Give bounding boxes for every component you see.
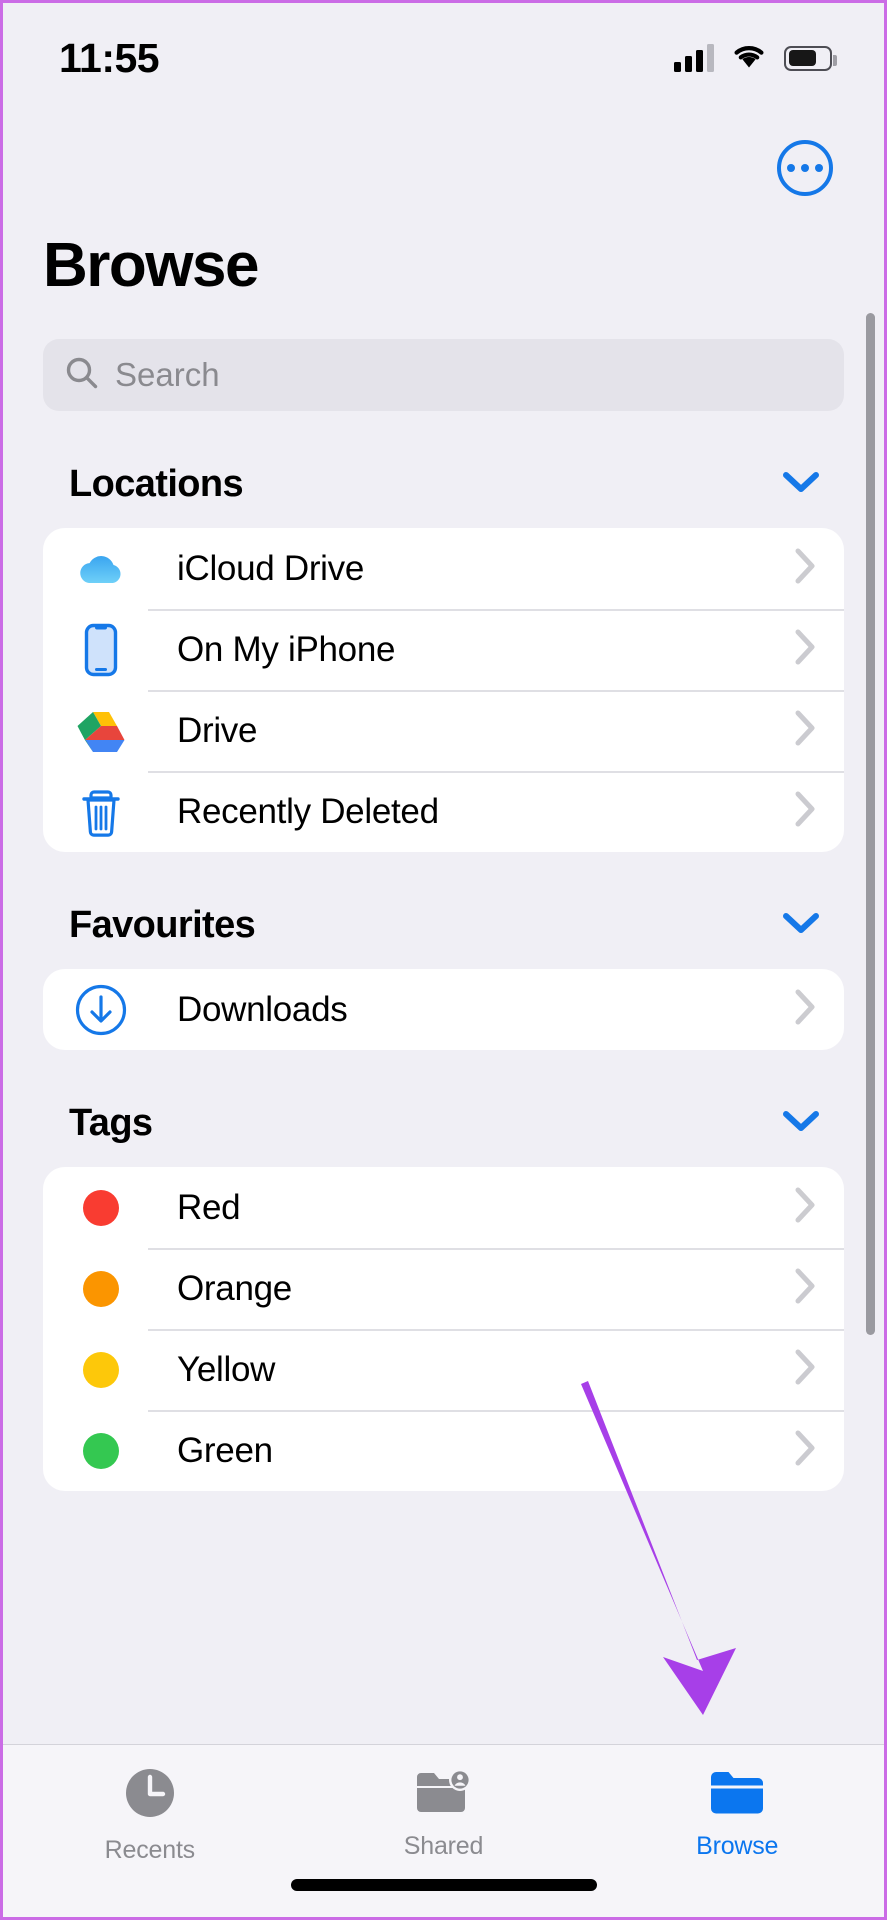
tab-label: Recents xyxy=(104,1836,196,1864)
chevron-right-icon xyxy=(794,988,816,1031)
tag-dot-icon xyxy=(73,1342,129,1398)
list-item[interactable]: Yellow xyxy=(43,1329,844,1410)
folder-person-icon xyxy=(414,1765,474,1822)
search-icon xyxy=(65,356,99,395)
chevron-down-icon[interactable] xyxy=(782,470,820,499)
list-item-label: Red xyxy=(177,1187,241,1227)
section-title: Favourites xyxy=(69,904,256,946)
wifi-icon xyxy=(732,43,766,74)
chevron-right-icon xyxy=(794,790,816,833)
tags-card: Red Orange Yellow Green xyxy=(43,1167,844,1491)
download-circle-icon xyxy=(73,982,129,1038)
list-item[interactable]: Downloads xyxy=(43,969,844,1050)
search-input[interactable]: Search xyxy=(43,339,844,411)
list-item[interactable]: On My iPhone xyxy=(43,609,844,690)
list-item[interactable]: iCloud Drive xyxy=(43,528,844,609)
ellipsis-dot xyxy=(787,164,795,172)
status-bar-indicators xyxy=(674,43,837,74)
tab-label: Browse xyxy=(696,1832,779,1860)
tag-dot-icon xyxy=(73,1261,129,1317)
chevron-right-icon xyxy=(794,1267,816,1310)
iphone-icon xyxy=(73,622,129,678)
tab-browse[interactable]: Browse xyxy=(590,1745,884,1861)
iphone-files-app-screen: 11:55 Browse Search Locations iCloud Dri… xyxy=(0,0,887,1920)
ellipsis-dot xyxy=(801,164,809,172)
list-item[interactable]: Recently Deleted xyxy=(43,771,844,852)
tag-dot-icon xyxy=(73,1423,129,1479)
battery-icon xyxy=(784,45,837,71)
list-item-label: Orange xyxy=(177,1268,292,1308)
chevron-right-icon xyxy=(794,1186,816,1229)
tab-recents[interactable]: Recents xyxy=(3,1745,297,1865)
chevron-down-icon[interactable] xyxy=(782,1109,820,1138)
clock-icon xyxy=(122,1765,178,1826)
list-item[interactable]: Drive xyxy=(43,690,844,771)
list-item-label: iCloud Drive xyxy=(177,548,365,588)
list-item-label: Recently Deleted xyxy=(177,791,439,831)
more-options-button[interactable] xyxy=(777,140,833,196)
section-header-locations: Locations xyxy=(43,463,844,506)
chevron-right-icon xyxy=(794,547,816,590)
navigation-bar xyxy=(3,115,884,205)
chevron-right-icon xyxy=(794,1348,816,1391)
section-header-favourites: Favourites xyxy=(43,904,844,947)
browse-scroll-area[interactable]: Browse Search Locations iCloud Drive On … xyxy=(3,205,884,1744)
search-placeholder: Search xyxy=(115,356,220,393)
icloud-drive-icon xyxy=(73,540,129,597)
chevron-right-icon xyxy=(794,1429,816,1472)
list-item-label: Green xyxy=(177,1430,273,1470)
page-title: Browse xyxy=(43,231,259,300)
tab-bar: Recents Shared Browse xyxy=(3,1744,884,1917)
cellular-signal-icon xyxy=(674,44,714,72)
chevron-down-icon[interactable] xyxy=(782,911,820,940)
list-item[interactable]: Red xyxy=(43,1167,844,1248)
vertical-scrollbar[interactable] xyxy=(866,313,875,1335)
chevron-right-icon xyxy=(794,709,816,752)
status-bar-time: 11:55 xyxy=(59,34,160,81)
chevron-right-icon xyxy=(794,628,816,671)
tag-dot-icon xyxy=(73,1180,129,1236)
folder-icon xyxy=(707,1765,767,1822)
list-item-label: On My iPhone xyxy=(177,629,396,669)
status-bar: 11:55 xyxy=(3,3,884,113)
locations-card: iCloud Drive On My iPhone Drive Recently… xyxy=(43,528,844,852)
trash-icon xyxy=(73,784,129,840)
home-indicator xyxy=(290,1879,597,1891)
google-drive-icon xyxy=(73,702,129,759)
section-title: Tags xyxy=(69,1102,153,1144)
ellipsis-dot xyxy=(815,164,823,172)
tab-label: Shared xyxy=(403,1832,484,1860)
favourites-card: Downloads xyxy=(43,969,844,1050)
list-item-label: Downloads xyxy=(177,989,348,1029)
list-item-label: Yellow xyxy=(177,1349,276,1389)
list-item[interactable]: Green xyxy=(43,1410,844,1491)
list-item-label: Drive xyxy=(177,710,258,750)
list-item[interactable]: Orange xyxy=(43,1248,844,1329)
section-title: Locations xyxy=(69,463,244,505)
tab-shared[interactable]: Shared xyxy=(297,1745,591,1861)
section-header-tags: Tags xyxy=(43,1102,844,1145)
